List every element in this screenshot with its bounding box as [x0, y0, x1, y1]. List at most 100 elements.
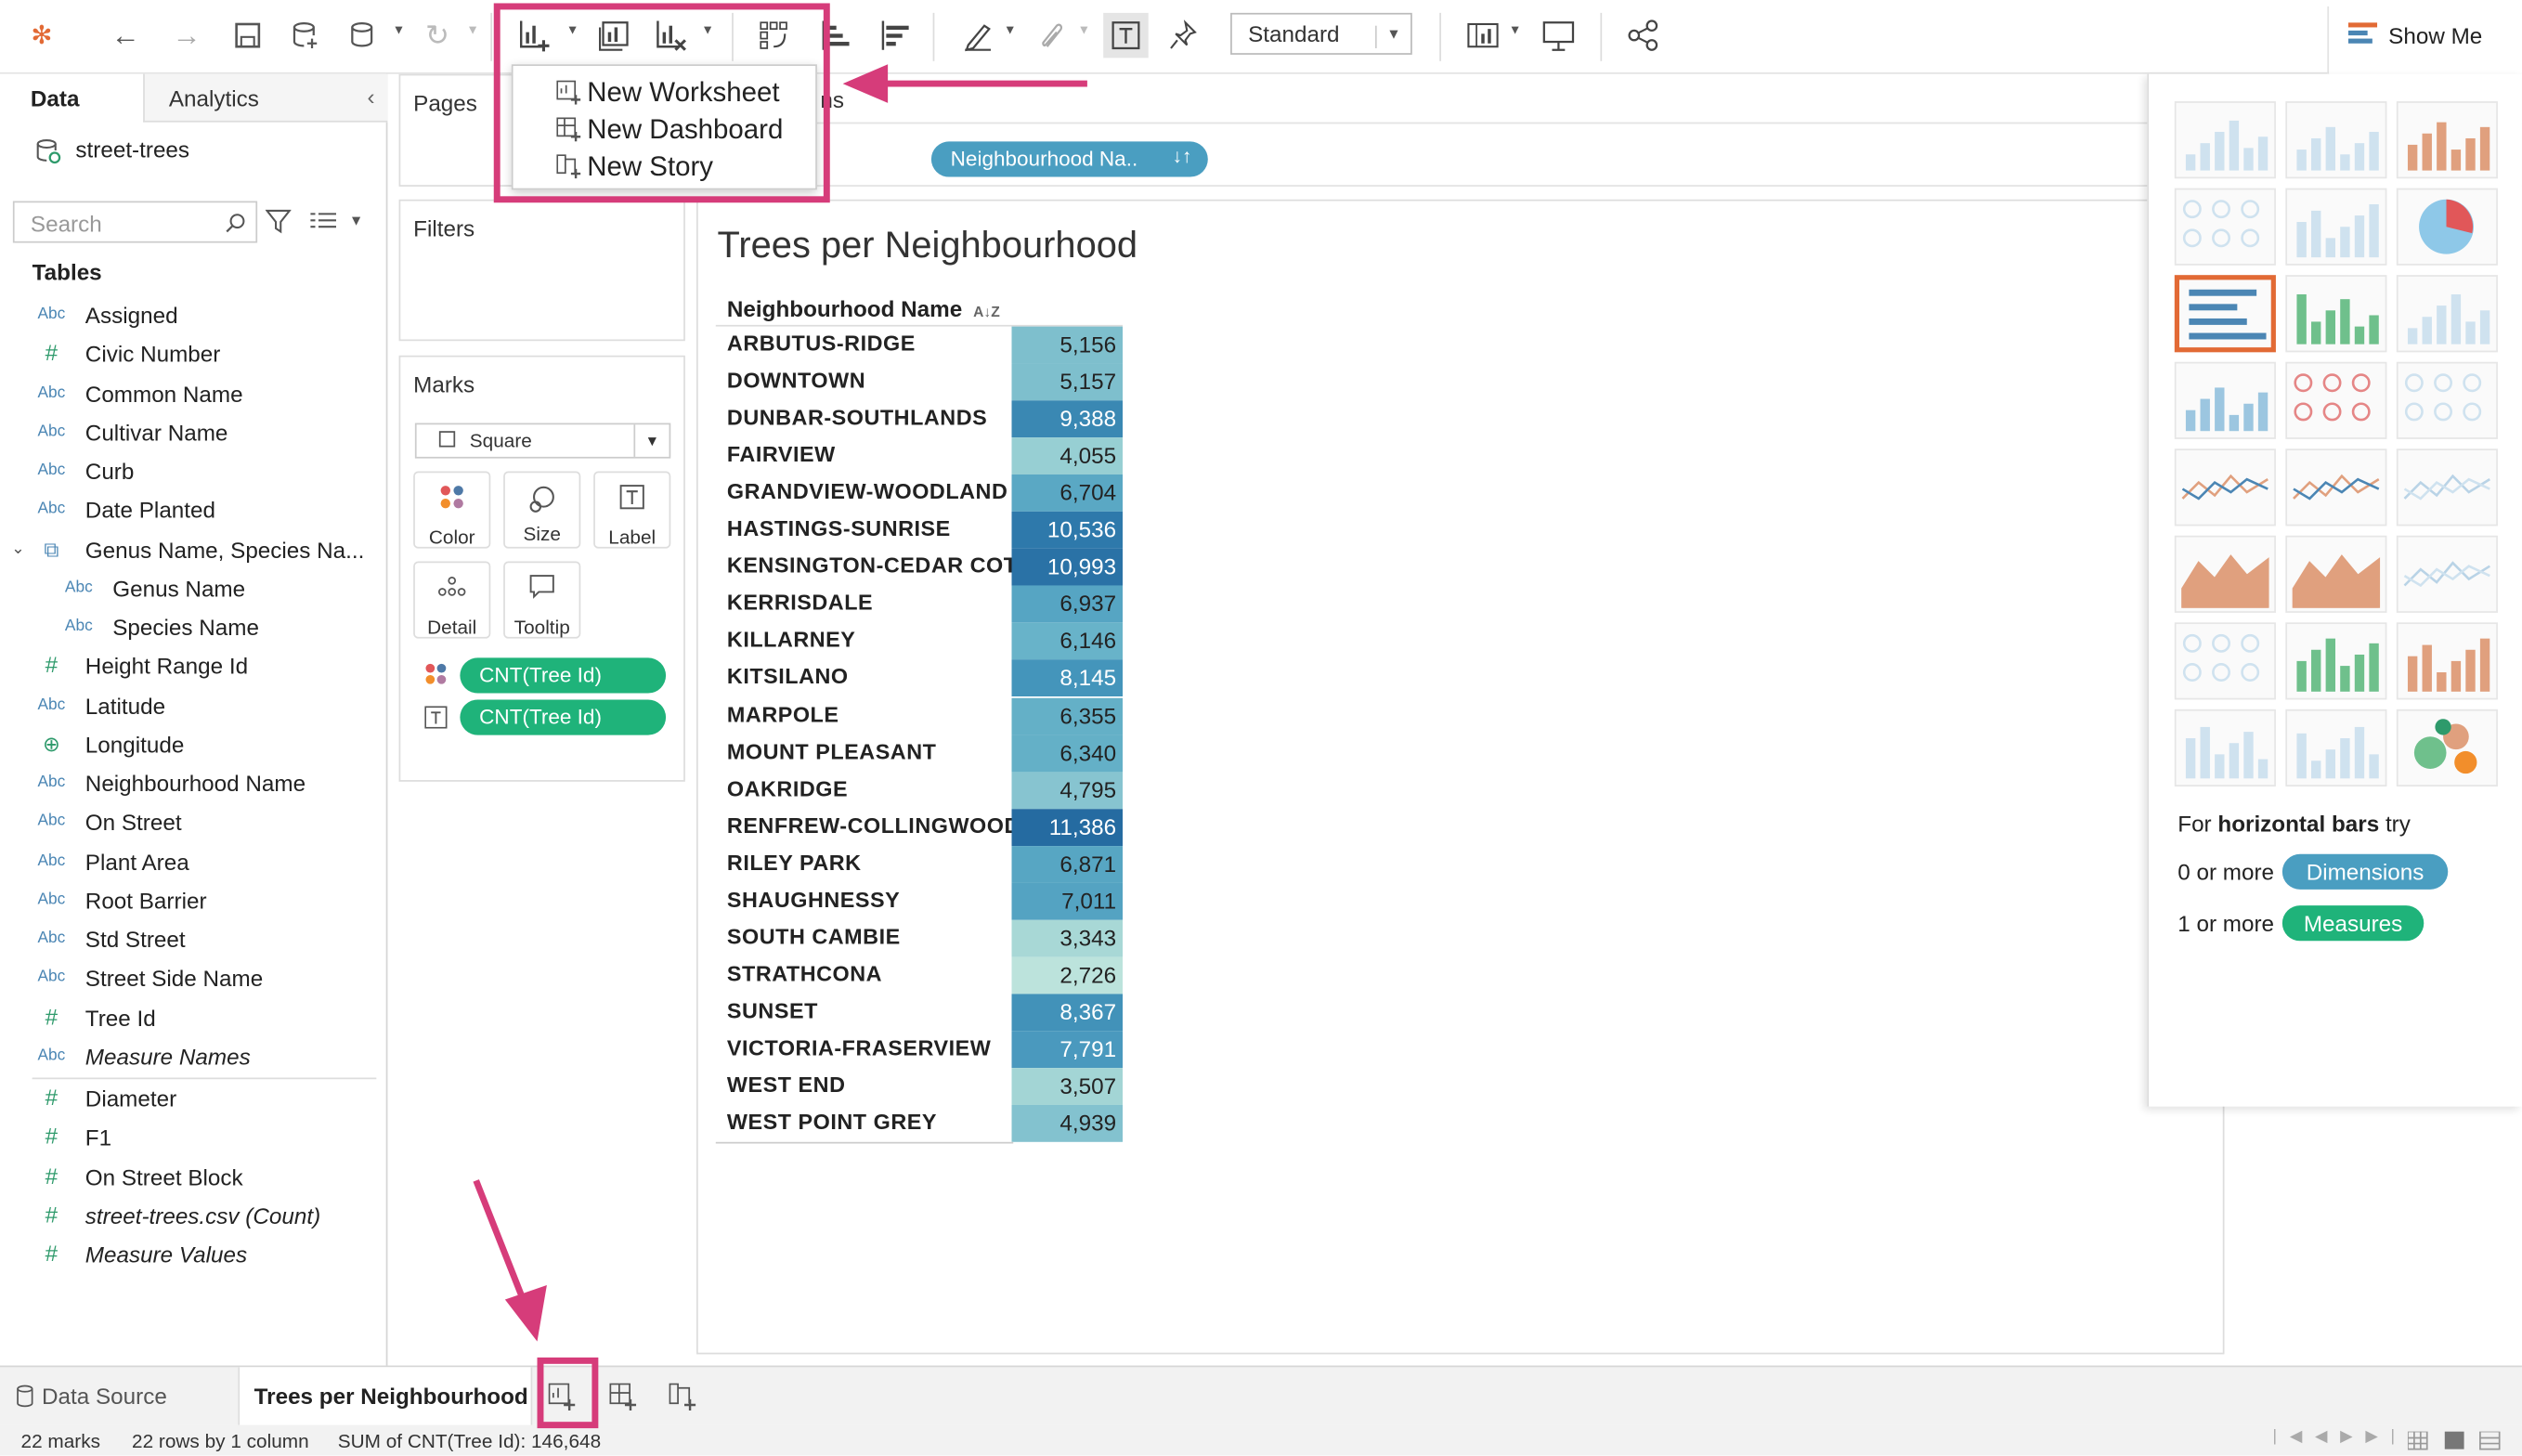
- back-arrow-icon[interactable]: ←: [103, 13, 148, 58]
- sort-descending-icon[interactable]: [872, 13, 916, 58]
- field-item[interactable]: # F1: [0, 1122, 386, 1157]
- chart-type-area-discrete[interactable]: [2285, 535, 2387, 613]
- chart-type-stacked-bars[interactable]: [2285, 275, 2387, 353]
- field-item[interactable]: Abc Root Barrier: [0, 884, 386, 919]
- detail-mark-button[interactable]: Detail: [413, 561, 491, 639]
- field-item[interactable]: # Tree Id: [0, 1001, 386, 1036]
- field-item[interactable]: Abc Genus Name: [0, 572, 386, 607]
- table-row-header[interactable]: SUNSET: [716, 994, 1013, 1031]
- table-row-header[interactable]: RENFREW-COLLINGWOOD: [716, 809, 1013, 846]
- table-cell-value[interactable]: 8,367: [1011, 994, 1124, 1032]
- chart-type-pie-chart[interactable]: [2396, 188, 2498, 266]
- field-item[interactable]: Abc Species Name: [0, 611, 386, 646]
- search-field[interactable]: Search: [12, 201, 258, 243]
- chart-type-circle-views[interactable]: [2285, 361, 2387, 439]
- table-cell-value[interactable]: 6,871: [1011, 845, 1124, 883]
- field-item[interactable]: Abc Neighbourhood Name: [0, 767, 386, 802]
- label-mark-button[interactable]: Label: [593, 471, 671, 549]
- field-item[interactable]: Abc Street Side Name: [0, 962, 386, 997]
- table-cell-value[interactable]: 4,795: [1011, 771, 1124, 809]
- pause-updates-icon[interactable]: [341, 13, 385, 58]
- table-row-header[interactable]: WEST POINT GREY: [716, 1105, 1013, 1142]
- sheet-navigation-arrows[interactable]: |◀◀▶▶|: [2272, 1428, 2407, 1446]
- field-item[interactable]: Abc Std Street: [0, 923, 386, 958]
- table-cell-value[interactable]: 4,055: [1011, 437, 1124, 475]
- new-dashboard-tab-icon[interactable]: [609, 1383, 638, 1412]
- tooltip-mark-button[interactable]: Tooltip: [503, 561, 581, 639]
- table-row-header[interactable]: WEST END: [716, 1068, 1013, 1105]
- field-item[interactable]: Abc Date Planted: [0, 494, 386, 529]
- field-item[interactable]: Abc Assigned: [0, 299, 386, 334]
- table-row-header[interactable]: KERRISDALE: [716, 586, 1013, 623]
- tableau-logo-icon[interactable]: ✻: [20, 13, 64, 58]
- chart-type-bullet-graph[interactable]: [2285, 708, 2387, 786]
- field-item[interactable]: # Measure Values: [0, 1239, 386, 1274]
- chart-type-side-by-side-circles[interactable]: [2396, 361, 2498, 439]
- filter-funnel-icon[interactable]: [265, 209, 292, 235]
- tab-data-source[interactable]: Data Source: [0, 1367, 238, 1424]
- chart-type-text-table[interactable]: [2174, 101, 2276, 179]
- new-story-tab-icon[interactable]: [669, 1383, 698, 1412]
- field-item[interactable]: # On Street Block: [0, 1161, 386, 1196]
- table-row-header[interactable]: DUNBAR-SOUTHLANDS: [716, 400, 1013, 437]
- highlight-pen-icon[interactable]: [956, 13, 1000, 58]
- chart-type-dual-combination[interactable]: [2396, 535, 2498, 613]
- table-row-header[interactable]: DOWNTOWN: [716, 364, 1013, 401]
- table-cell-value[interactable]: 10,536: [1011, 512, 1124, 550]
- field-item[interactable]: # Diameter: [0, 1083, 386, 1118]
- table-row-header[interactable]: KILLARNEY: [716, 623, 1013, 660]
- fix-axes-pin-icon[interactable]: [1162, 13, 1206, 58]
- group-members-icon[interactable]: [1030, 13, 1074, 58]
- chart-type-scatter-plot[interactable]: [2174, 622, 2276, 700]
- color-pill-cnt-tree-id[interactable]: CNT(Tree Id): [460, 657, 667, 694]
- chart-type-area-continuous[interactable]: [2174, 535, 2276, 613]
- refresh-dropdown-caret[interactable]: ▼: [466, 22, 482, 45]
- field-item[interactable]: Abc Plant Area: [0, 845, 386, 880]
- field-item[interactable]: ⌄ ⧉ Genus Name, Species Na...: [0, 533, 386, 568]
- chart-type-histogram[interactable]: [2285, 622, 2387, 700]
- chevron-down-icon[interactable]: ⌄: [11, 540, 25, 557]
- tab-trees-per-neighbourhood[interactable]: Trees per Neighbourhood: [238, 1367, 533, 1425]
- forward-arrow-icon[interactable]: →: [164, 13, 209, 58]
- chart-type-packed-bubbles[interactable]: [2396, 708, 2498, 786]
- size-mark-button[interactable]: Size: [503, 471, 581, 549]
- table-cell-value[interactable]: 3,343: [1011, 919, 1124, 957]
- table-cell-value[interactable]: 6,146: [1011, 622, 1124, 660]
- field-item[interactable]: # street-trees.csv (Count): [0, 1200, 386, 1235]
- chart-type-gantt-chart[interactable]: [2174, 708, 2276, 786]
- filters-shelf[interactable]: Filters: [398, 199, 685, 342]
- column-header[interactable]: Neighbourhood Name A↓Z: [727, 296, 1000, 322]
- collapse-pane-icon[interactable]: ‹: [367, 84, 374, 110]
- field-item[interactable]: Abc Measure Names: [0, 1040, 386, 1075]
- rows-pill-neighbourhood[interactable]: Neighbourhood Na.. ↓↑: [930, 141, 1208, 177]
- chart-type-box-and-whisker[interactable]: [2396, 622, 2498, 700]
- field-item[interactable]: # Height Range Id: [0, 650, 386, 685]
- table-cell-value[interactable]: 7,011: [1011, 882, 1124, 920]
- field-item[interactable]: ⊕ Longitude: [0, 728, 386, 763]
- table-cell-value[interactable]: 11,386: [1011, 808, 1124, 846]
- field-item[interactable]: Abc Cultivar Name: [0, 416, 386, 451]
- save-icon[interactable]: [225, 13, 269, 58]
- show-me-button[interactable]: Show Me: [2327, 6, 2522, 74]
- sheet-view-mode-icons[interactable]: [2407, 1431, 2504, 1451]
- field-item[interactable]: Abc Common Name: [0, 377, 386, 412]
- table-row-header[interactable]: VICTORIA-FRASERVIEW: [716, 1031, 1013, 1068]
- view-size-select[interactable]: Standard ▼: [1230, 12, 1412, 55]
- table-row-header[interactable]: KENSINGTON-CEDAR COT..: [716, 549, 1013, 586]
- chart-type-dual-lines[interactable]: [2396, 448, 2498, 526]
- chart-type-lines-discrete[interactable]: [2285, 448, 2387, 526]
- table-cell-value[interactable]: 8,145: [1011, 659, 1124, 697]
- table-cell-value[interactable]: 7,791: [1011, 1031, 1124, 1069]
- table-cell-value[interactable]: 3,507: [1011, 1068, 1124, 1105]
- table-cell-value[interactable]: 6,340: [1011, 734, 1124, 772]
- cards-dropdown-caret[interactable]: ▼: [1509, 22, 1525, 45]
- table-cell-value[interactable]: 2,726: [1011, 956, 1124, 994]
- chart-type-lines-continuous[interactable]: [2174, 448, 2276, 526]
- datasource-dropdown-caret[interactable]: ▼: [393, 22, 409, 45]
- field-item[interactable]: # Civic Number: [0, 338, 386, 373]
- table-cell-value[interactable]: 6,704: [1011, 474, 1124, 513]
- table-row-header[interactable]: ARBUTUS-RIDGE: [716, 327, 1013, 364]
- show-cards-icon[interactable]: [1461, 13, 1505, 58]
- list-options-caret[interactable]: ▼: [349, 213, 363, 228]
- table-row-header[interactable]: HASTINGS-SUNRISE: [716, 512, 1013, 549]
